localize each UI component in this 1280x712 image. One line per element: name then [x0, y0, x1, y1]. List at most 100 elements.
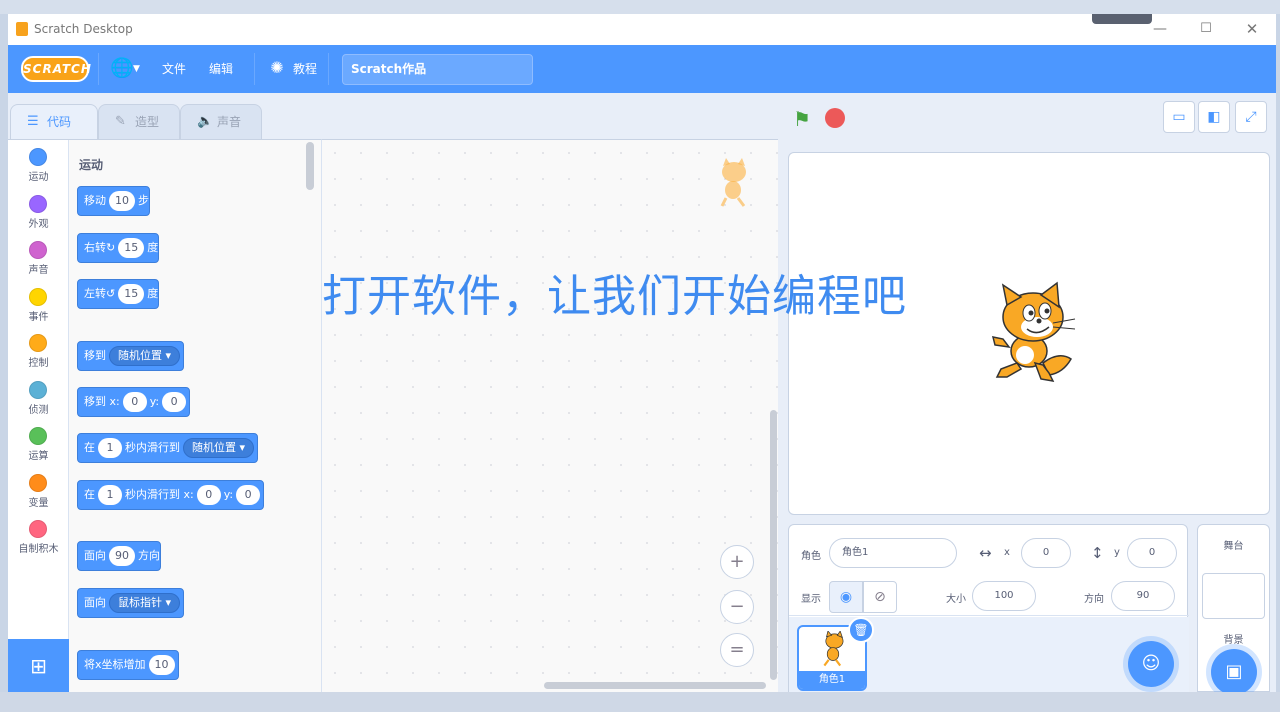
normal-stage-button[interactable]: ◧ — [1198, 101, 1230, 133]
workspace-vertical-scrollbar[interactable] — [770, 410, 777, 680]
add-backdrop-button[interactable]: ▣ — [1211, 649, 1257, 692]
cat-thumbnail-icon — [823, 631, 844, 667]
category-dot — [29, 241, 47, 259]
category-2[interactable]: 声音 — [8, 239, 69, 285]
category-8[interactable]: 自制积木 — [8, 518, 69, 564]
lightbulb-icon[interactable]: ✺ — [266, 57, 288, 79]
motion-block[interactable]: 在 1 秒内滑行到 随机位置 ▾ — [77, 433, 259, 463]
category-4[interactable]: 控制 — [8, 332, 69, 378]
block-dropdown[interactable]: 随机位置 ▾ — [183, 438, 255, 458]
zoom-out-button[interactable]: − — [720, 590, 754, 624]
category-6[interactable]: 运算 — [8, 425, 69, 471]
size-input[interactable]: 100 — [972, 581, 1036, 611]
motion-block[interactable]: 移动 10 步 — [77, 186, 150, 216]
block-label: y: — [223, 488, 234, 501]
stage-canvas[interactable] — [788, 152, 1270, 515]
add-extension-button[interactable]: ⊞ — [8, 639, 69, 692]
stop-icon[interactable] — [825, 108, 845, 128]
block-input[interactable]: 1 — [98, 485, 122, 505]
project-title-input[interactable]: Scratch作品 — [342, 54, 533, 85]
block-input[interactable]: 1 — [98, 438, 122, 458]
block-input[interactable]: 90 — [109, 546, 135, 566]
block-input-y[interactable]: 0 — [162, 392, 187, 412]
scratch-logo[interactable]: SCRATCH — [21, 56, 91, 82]
fullscreen-button[interactable]: ⤢ — [1235, 101, 1267, 133]
caret-down-icon: ▾ — [162, 349, 172, 362]
block-dropdown[interactable]: 鼠标指针 ▾ — [109, 593, 181, 613]
block-input-x[interactable]: 0 — [196, 485, 221, 505]
category-1[interactable]: 外观 — [8, 193, 69, 239]
window-title: Scratch Desktop — [34, 22, 133, 36]
menu-edit[interactable]: 编辑 — [209, 58, 233, 80]
category-dot — [29, 194, 47, 213]
category-menu: 运动 外观 声音 事件 控制 侦测运算变量自制积木 — [8, 140, 69, 692]
y-input[interactable]: 0 — [1127, 538, 1177, 568]
motion-block[interactable]: 右转↻ 15 度 — [77, 233, 160, 263]
motion-block[interactable]: 移到 随机位置 ▾ — [77, 341, 185, 371]
block-label: 度 — [147, 241, 159, 254]
sprite-watermark-icon — [720, 158, 746, 207]
block-input[interactable]: 15 — [118, 284, 145, 304]
x-input[interactable]: 0 — [1021, 538, 1071, 568]
block-input-x[interactable]: 0 — [122, 392, 147, 412]
menu-file[interactable]: 文件 — [162, 58, 186, 80]
sprite-name-input[interactable]: 角色1 — [829, 538, 957, 568]
zoom-in-button[interactable]: + — [720, 545, 754, 579]
category-7[interactable]: 变量 — [8, 472, 69, 518]
small-stage-button[interactable]: ▭ — [1163, 101, 1195, 133]
code-icon: ☰ — [27, 114, 39, 129]
block-label: 在 — [84, 441, 95, 454]
block-label: 步 — [138, 194, 149, 207]
category-3[interactable]: 事件 — [8, 286, 69, 332]
block-label: 移动 — [84, 194, 106, 207]
block-input-y[interactable]: 0 — [236, 485, 261, 505]
motion-block[interactable]: 将x坐标增加 10 — [77, 650, 179, 680]
sprite-thumbnail-label: 角色1 — [799, 671, 865, 689]
tab-sounds[interactable]: 🔈 声音 — [180, 104, 262, 140]
close-button[interactable]: ✕ — [1240, 18, 1264, 40]
sprite-info: 角色 角色1 ↔ x 0 ↕ y 0 显示 ◉ ⊘ 大小 100 方向 90 — [789, 525, 1189, 616]
minimize-button[interactable]: — — [1148, 18, 1172, 40]
category-0[interactable]: 运动 — [8, 146, 69, 192]
block-label: 在 — [84, 488, 95, 501]
dropdown-value: 鼠标指针 — [118, 596, 162, 609]
show-label: 显示 — [801, 594, 821, 605]
menu-tutorials[interactable]: 教程 — [293, 58, 317, 80]
trash-icon[interactable]: 🗑 — [848, 617, 874, 643]
backdrop-thumbnail[interactable] — [1202, 573, 1265, 619]
code-workspace[interactable]: + − = — [321, 139, 778, 692]
tab-code[interactable]: ☰ 代码 — [10, 104, 98, 140]
workspace-horizontal-scrollbar[interactable] — [544, 682, 766, 689]
block-input[interactable]: 15 — [118, 238, 145, 258]
category-label: 运算 — [28, 451, 49, 462]
tab-costumes[interactable]: ✎ 造型 — [98, 104, 180, 140]
add-sprite-button[interactable]: ☺ — [1128, 641, 1174, 687]
green-flag-icon[interactable]: ⚑ — [793, 108, 815, 130]
block-label: 移到 — [84, 349, 106, 362]
maximize-button[interactable]: ☐ — [1194, 18, 1218, 40]
tab-costumes-label: 造型 — [135, 115, 160, 129]
motion-block[interactable]: 面向 90 方向 — [77, 541, 161, 571]
category-label: 变量 — [28, 497, 49, 509]
block-dropdown[interactable]: 随机位置 ▾ — [109, 346, 181, 366]
motion-block[interactable]: 面向 鼠标指针 ▾ — [77, 588, 185, 618]
cat-sprite[interactable] — [979, 281, 1079, 387]
motion-block[interactable]: 左转↺ 15 度 — [77, 279, 160, 309]
show-hidden-button[interactable]: ⊘ — [863, 581, 897, 613]
category-5[interactable]: 侦测 — [8, 379, 69, 425]
caret-down-icon[interactable]: ▼ — [133, 59, 140, 79]
show-visible-button[interactable]: ◉ — [829, 581, 863, 613]
block-input[interactable]: 10 — [109, 191, 135, 211]
zoom-reset-button[interactable]: = — [720, 633, 754, 667]
y-label: y — [1114, 547, 1120, 558]
block-input[interactable]: 10 — [148, 655, 175, 675]
globe-icon[interactable]: 🌐 — [110, 57, 134, 79]
direction-input[interactable]: 90 — [1111, 581, 1175, 611]
motion-block[interactable]: 移到 x: 0 y: 0 — [77, 387, 191, 417]
rotate-icon: ↺ — [106, 287, 116, 300]
palette-scrollbar[interactable] — [306, 142, 314, 190]
motion-block[interactable]: 在 1 秒内滑行到 x: 0 y: 0 — [77, 480, 265, 510]
caret-down-icon: ▾ — [236, 441, 246, 454]
block-palette: 运动 外观 声音 事件 控制 侦测 运算 变量 自制积木 ⊞ 运动 移动 10 步右转↻ 15 度左转↺… — [8, 139, 321, 692]
stage-header: ⚑ ▭ ◧ ⤢ — [788, 93, 1276, 141]
